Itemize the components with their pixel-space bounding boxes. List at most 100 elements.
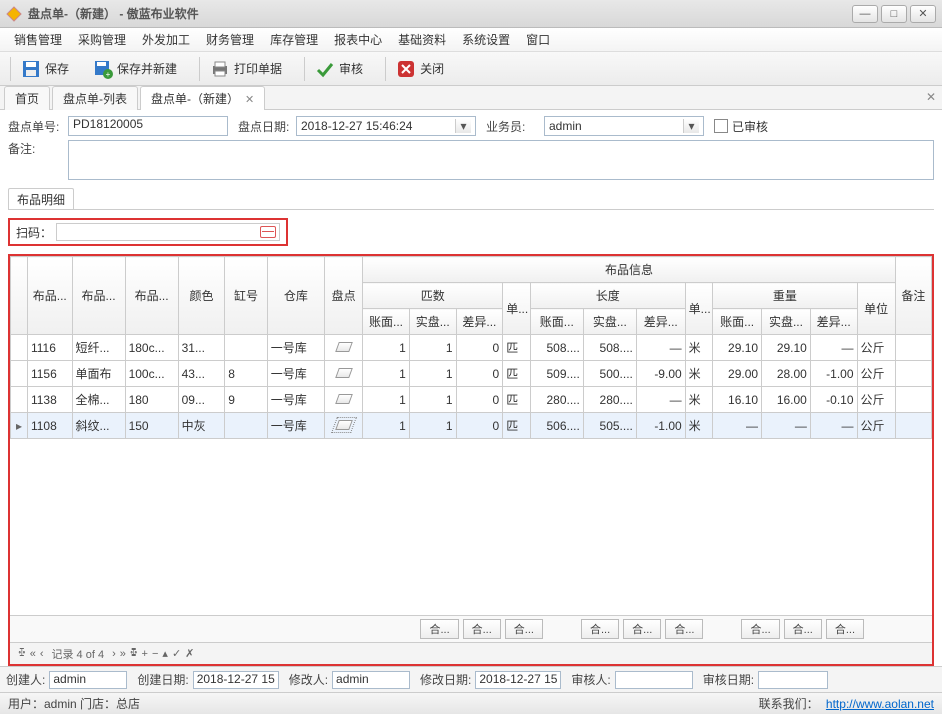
sum-btn[interactable]: 合... bbox=[505, 619, 543, 639]
nav-add[interactable]: + bbox=[142, 648, 148, 660]
vendor-link[interactable]: http://www.aolan.net bbox=[826, 697, 934, 711]
eraser-icon[interactable] bbox=[335, 420, 353, 430]
table-row[interactable]: 1156单面布100c...43...8一号库110匹509....500...… bbox=[11, 361, 932, 387]
menu-finance[interactable]: 财务管理 bbox=[198, 31, 262, 48]
barcode-icon[interactable] bbox=[260, 226, 276, 238]
bill-no-label: 盘点单号: bbox=[8, 118, 68, 135]
sum-btn[interactable]: 合... bbox=[581, 619, 619, 639]
scan-input[interactable] bbox=[56, 223, 280, 241]
audited-label: 已审核 bbox=[732, 118, 768, 135]
cdate-label: 创建日期: bbox=[137, 671, 188, 688]
close-button[interactable]: 关闭 bbox=[390, 57, 450, 81]
save-and-new-button[interactable]: + 保存并新建 bbox=[87, 57, 183, 81]
eraser-icon[interactable] bbox=[335, 342, 353, 352]
print-label: 打印单据 bbox=[234, 60, 282, 77]
table-row[interactable]: ▸1108斜纹...150中灰一号库110匹506....505....-1.0… bbox=[11, 413, 932, 439]
adate-field bbox=[758, 671, 828, 689]
remark-label: 备注: bbox=[8, 140, 68, 157]
maximize-button[interactable]: □ bbox=[881, 5, 907, 23]
tabs-close-all-icon[interactable]: ✕ bbox=[926, 90, 936, 104]
eraser-icon[interactable] bbox=[335, 394, 353, 404]
save-new-icon: + bbox=[93, 59, 113, 79]
eraser-icon[interactable] bbox=[335, 368, 353, 378]
bottom-form: 创建人: admin 创建日期: 2018-12-27 15 修改人: admi… bbox=[0, 666, 942, 692]
menu-purchase[interactable]: 采购管理 bbox=[70, 31, 134, 48]
nav-next[interactable]: › bbox=[112, 648, 116, 660]
form-row-1: 盘点单号: PD18120005 盘点日期: 2018-12-27 15:46:… bbox=[8, 116, 934, 136]
nav-position: 记录 4 of 4 bbox=[51, 646, 104, 662]
close-icon bbox=[396, 59, 416, 79]
status-user: 用户：admin 门店：总店 bbox=[8, 695, 140, 712]
nav-edit[interactable]: ▴ bbox=[162, 647, 168, 660]
scan-label: 扫码： bbox=[16, 224, 52, 241]
menu-settings[interactable]: 系统设置 bbox=[454, 31, 518, 48]
sum-btn[interactable]: 合... bbox=[741, 619, 779, 639]
menu-stock[interactable]: 库存管理 bbox=[262, 31, 326, 48]
tab-close-icon[interactable]: ✕ bbox=[245, 94, 254, 106]
record-navigator: ꔀ « ‹ 记录 4 of 4 › » ꔁ + − ▴ ✓ ✗ bbox=[10, 642, 932, 664]
close-label: 关闭 bbox=[420, 60, 444, 77]
mdate-label: 修改日期: bbox=[420, 671, 471, 688]
menu-outsource[interactable]: 外发加工 bbox=[134, 31, 198, 48]
chevron-down-icon[interactable]: ▾ bbox=[455, 119, 471, 133]
bill-date-label: 盘点日期: bbox=[238, 118, 296, 135]
tab-new[interactable]: 盘点单-（新建）✕ bbox=[140, 86, 265, 110]
audit-button[interactable]: 审核 bbox=[309, 57, 369, 81]
tab-home[interactable]: 首页 bbox=[4, 86, 50, 110]
sum-btn[interactable]: 合... bbox=[665, 619, 703, 639]
grid-table[interactable]: 布品... 布品... 布品... 颜色 缸号 仓库 盘点 布品信息 备注 匹数… bbox=[10, 256, 932, 439]
app-icon bbox=[6, 6, 22, 22]
nav-ok[interactable]: ✓ bbox=[172, 647, 181, 660]
check-icon bbox=[315, 59, 335, 79]
auditor-label: 审核人: bbox=[571, 671, 610, 688]
menu-report[interactable]: 报表中心 bbox=[326, 31, 390, 48]
sum-btn[interactable]: 合... bbox=[826, 619, 864, 639]
nav-last[interactable]: ꔁ bbox=[130, 647, 138, 660]
creator-label: 创建人: bbox=[6, 671, 45, 688]
sum-btn[interactable]: 合... bbox=[623, 619, 661, 639]
minimize-button[interactable]: — bbox=[852, 5, 878, 23]
content-area: 盘点单号: PD18120005 盘点日期: 2018-12-27 15:46:… bbox=[0, 110, 942, 666]
nav-prev[interactable]: ‹ bbox=[40, 648, 44, 660]
document-tabs: 首页 盘点单-列表 盘点单-（新建）✕ ✕ bbox=[0, 86, 942, 110]
close-window-button[interactable]: ✕ bbox=[910, 5, 936, 23]
toolbar: 保存 + 保存并新建 打印单据 审核 关闭 bbox=[0, 52, 942, 86]
menu-sales[interactable]: 销售管理 bbox=[6, 31, 70, 48]
sum-btn[interactable]: 合... bbox=[784, 619, 822, 639]
nav-prevpage[interactable]: « bbox=[30, 648, 36, 660]
adate-label: 审核日期: bbox=[703, 671, 754, 688]
svg-text:+: + bbox=[106, 70, 111, 79]
save-label: 保存 bbox=[45, 60, 69, 77]
bill-no-input[interactable]: PD18120005 bbox=[68, 116, 228, 136]
form-row-remark: 备注: bbox=[8, 140, 934, 180]
table-row[interactable]: 1116短纤...180c...31...一号库110匹508....508..… bbox=[11, 335, 932, 361]
operator-label: 业务员: bbox=[486, 118, 544, 135]
remark-input[interactable] bbox=[68, 140, 934, 180]
nav-del[interactable]: − bbox=[152, 648, 158, 660]
save-new-label: 保存并新建 bbox=[117, 60, 177, 77]
print-button[interactable]: 打印单据 bbox=[204, 57, 288, 81]
menu-basedata[interactable]: 基础资料 bbox=[390, 31, 454, 48]
cdate-field: 2018-12-27 15 bbox=[193, 671, 279, 689]
sum-btn[interactable]: 合... bbox=[463, 619, 501, 639]
tab-list[interactable]: 盘点单-列表 bbox=[52, 86, 138, 110]
bill-date-combo[interactable]: 2018-12-27 15:46:24▾ bbox=[296, 116, 476, 136]
modifier-label: 修改人: bbox=[289, 671, 328, 688]
menu-window[interactable]: 窗口 bbox=[518, 31, 558, 48]
audit-label: 审核 bbox=[339, 60, 363, 77]
summary-row: 合... 合... 合... 合... 合... 合... 合... 合... … bbox=[10, 615, 932, 642]
save-button[interactable]: 保存 bbox=[15, 57, 75, 81]
status-contact: 联系我们： http://www.aolan.net bbox=[759, 695, 934, 712]
nav-first[interactable]: ꔀ bbox=[18, 647, 26, 660]
nav-cancel[interactable]: ✗ bbox=[185, 647, 194, 660]
chevron-down-icon[interactable]: ▾ bbox=[683, 119, 699, 133]
tab-detail[interactable]: 布品明细 bbox=[8, 188, 74, 210]
modifier-field: admin bbox=[332, 671, 410, 689]
operator-combo[interactable]: admin▾ bbox=[544, 116, 704, 136]
sum-btn[interactable]: 合... bbox=[420, 619, 458, 639]
scan-row: 扫码： bbox=[8, 218, 288, 246]
audited-checkbox[interactable] bbox=[714, 119, 728, 133]
nav-nextpage[interactable]: » bbox=[120, 648, 126, 660]
mdate-field: 2018-12-27 15 bbox=[475, 671, 561, 689]
table-row[interactable]: 1138全棉...18009...9一号库110匹280....280....—… bbox=[11, 387, 932, 413]
